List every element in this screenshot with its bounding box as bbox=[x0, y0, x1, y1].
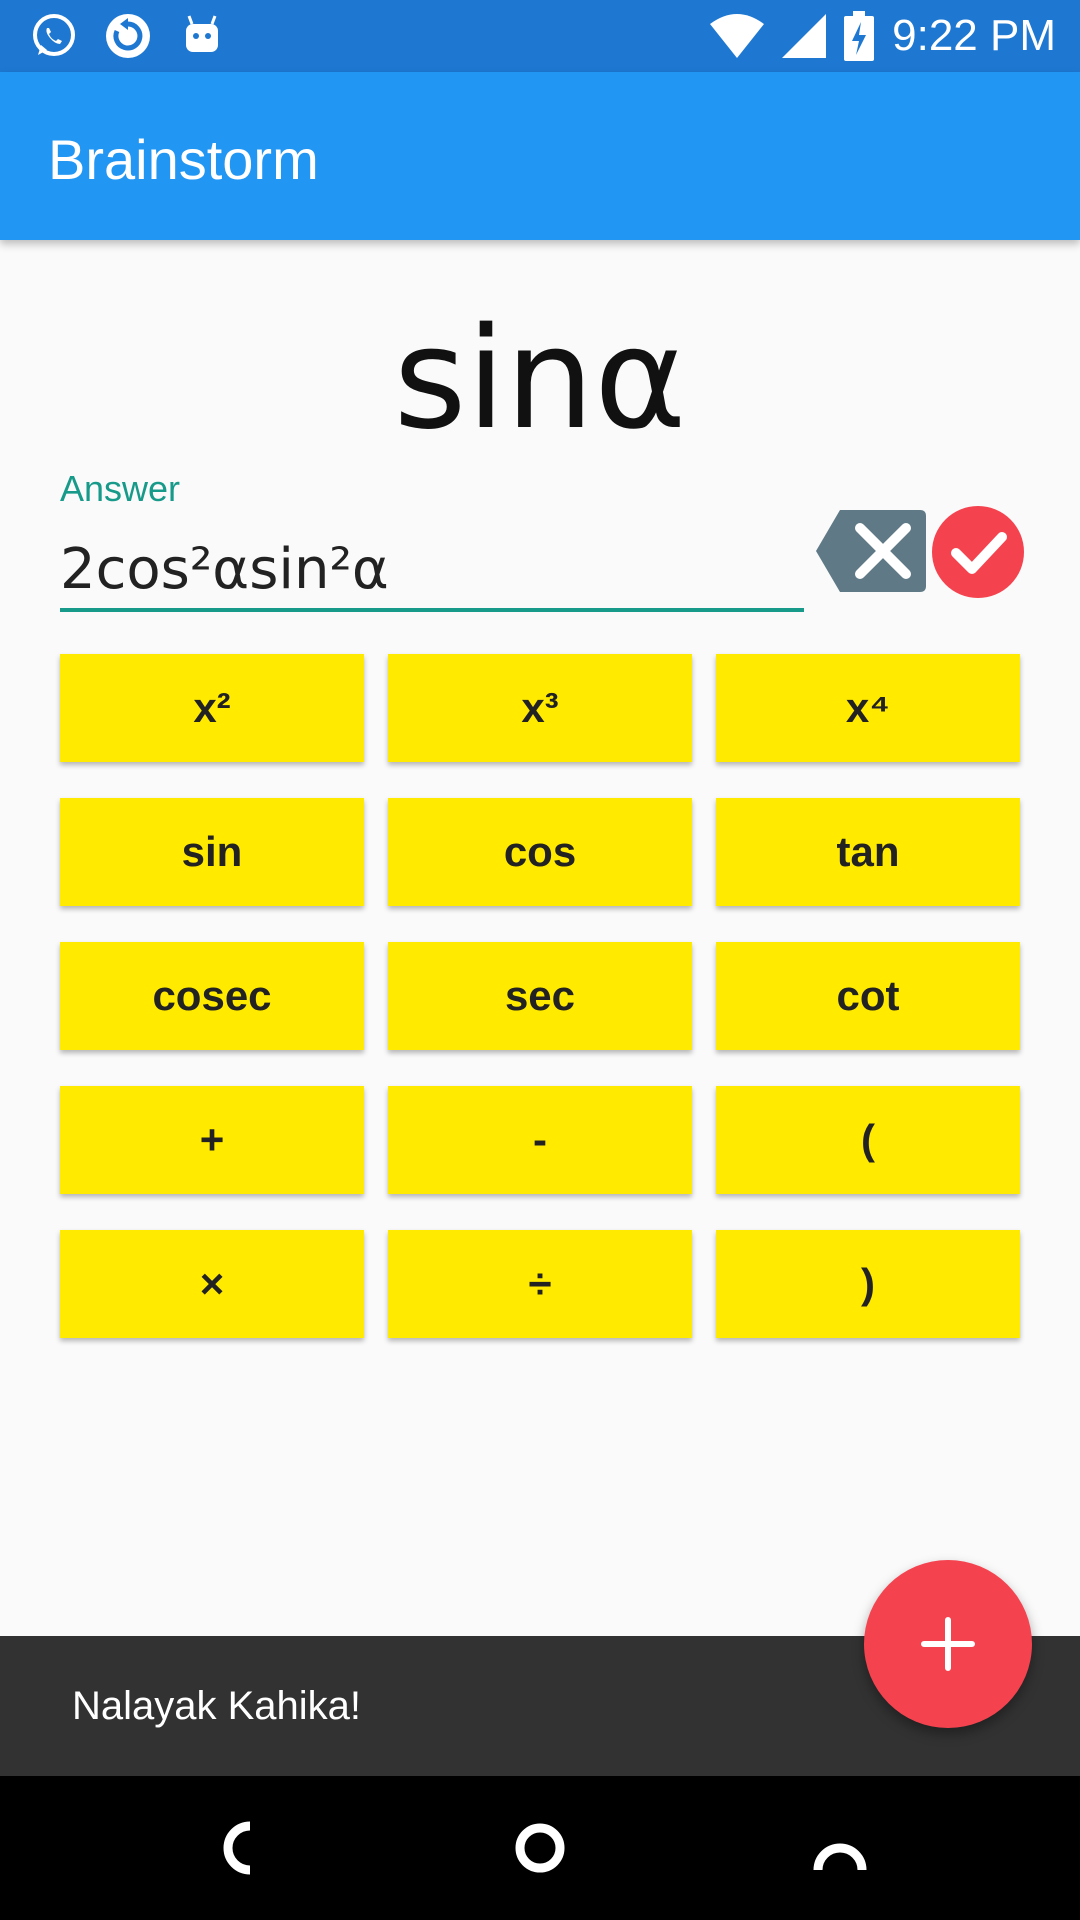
home-icon bbox=[515, 1823, 565, 1873]
key-tan[interactable]: tan bbox=[716, 798, 1020, 906]
key-plus[interactable]: + bbox=[60, 1086, 364, 1194]
navigation-bar bbox=[0, 1776, 1080, 1920]
recents-button[interactable] bbox=[800, 1808, 880, 1888]
keypad: x² x³ x⁴ sin cos tan cosec sec cot + - (… bbox=[60, 654, 1020, 1338]
question-text: sinα bbox=[393, 298, 687, 461]
key-x-fourth[interactable]: x⁴ bbox=[716, 654, 1020, 762]
check-icon bbox=[951, 532, 1007, 574]
status-time: 9:22 PM bbox=[892, 11, 1056, 60]
back-icon bbox=[223, 1821, 251, 1875]
backspace-button[interactable] bbox=[816, 510, 926, 592]
status-bar: 9:22 PM bbox=[0, 0, 1080, 72]
key-close-paren[interactable]: ) bbox=[716, 1230, 1020, 1338]
submit-check-button[interactable] bbox=[932, 506, 1024, 598]
key-divide[interactable]: ÷ bbox=[388, 1230, 692, 1338]
key-open-paren[interactable]: ( bbox=[716, 1086, 1020, 1194]
home-button[interactable] bbox=[500, 1808, 580, 1888]
android-icon bbox=[186, 15, 218, 52]
wifi-icon bbox=[710, 14, 765, 58]
answer-input[interactable] bbox=[60, 530, 804, 612]
key-multiply[interactable]: × bbox=[60, 1230, 364, 1338]
plus-icon bbox=[921, 1617, 975, 1671]
snackbar-message: Nalayak Kahika! bbox=[72, 1684, 362, 1728]
key-x-squared[interactable]: x² bbox=[60, 654, 364, 762]
key-sec[interactable]: sec bbox=[388, 942, 692, 1050]
add-fab-button[interactable] bbox=[864, 1560, 1032, 1728]
back-button[interactable] bbox=[200, 1808, 280, 1888]
key-x-cubed[interactable]: x³ bbox=[388, 654, 692, 762]
whatsapp-icon bbox=[33, 14, 75, 56]
key-cosec[interactable]: cosec bbox=[60, 942, 364, 1050]
battery-charging-icon bbox=[844, 11, 875, 61]
app-title: Brainstorm bbox=[48, 128, 319, 191]
answer-label: Answer bbox=[60, 468, 181, 509]
recents-icon bbox=[813, 1843, 867, 1871]
backspace-icon bbox=[816, 510, 926, 592]
key-minus[interactable]: - bbox=[388, 1086, 692, 1194]
app-bar: Brainstorm bbox=[0, 72, 1080, 240]
key-cos[interactable]: cos bbox=[388, 798, 692, 906]
key-cot[interactable]: cot bbox=[716, 942, 1020, 1050]
key-sin[interactable]: sin bbox=[60, 798, 364, 906]
sync-icon bbox=[106, 14, 150, 58]
signal-icon bbox=[782, 14, 827, 58]
